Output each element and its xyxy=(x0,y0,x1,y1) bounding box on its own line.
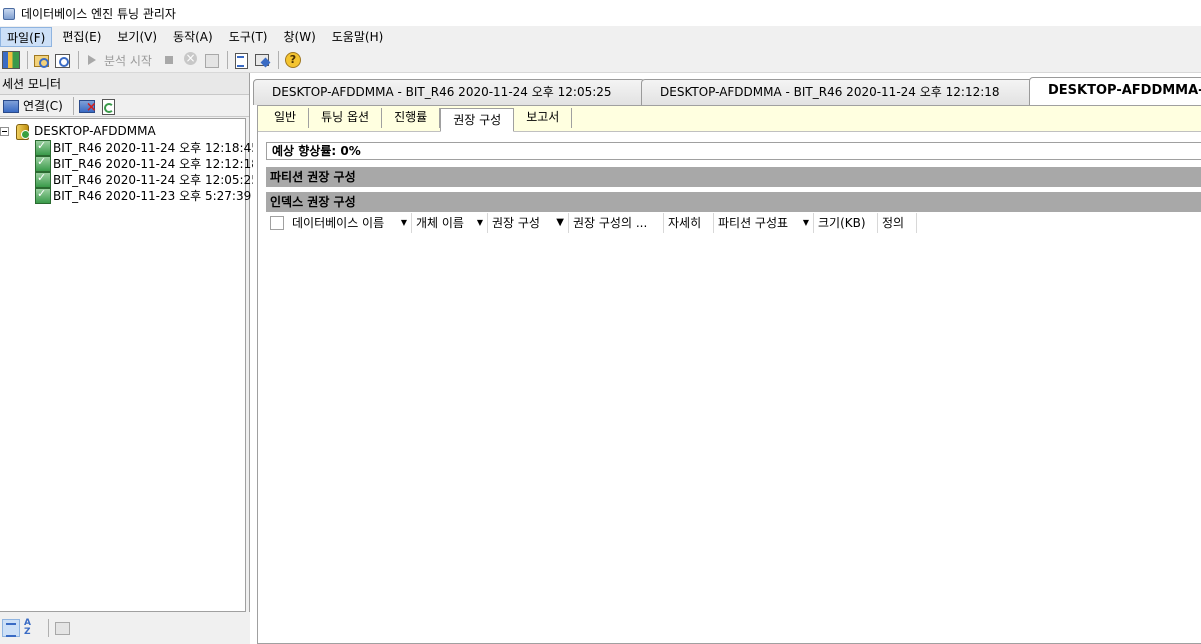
column-partition-scheme[interactable]: 파티션 구성표 ▼ xyxy=(714,213,814,233)
session-complete-icon xyxy=(34,187,51,204)
tab-general[interactable]: 일반 xyxy=(262,108,310,128)
column-label: 개체 이름 xyxy=(416,216,464,230)
toolbar-separator xyxy=(27,51,28,69)
disconnect-icon[interactable] xyxy=(78,97,97,115)
property-pages-icon[interactable] xyxy=(53,619,71,637)
server-icon xyxy=(14,123,30,140)
menu-edit[interactable]: 편집(E) xyxy=(56,27,107,47)
toolbar-separator xyxy=(226,51,228,69)
session-pane: 일반 튜닝 옵션 진행률 권장 구성 보고서 예상 향상률: 0% 파티션 권장… xyxy=(257,105,1201,644)
tab-progress[interactable]: 진행률 xyxy=(382,108,441,128)
column-details[interactable]: 자세히 xyxy=(664,213,714,233)
session-label[interactable]: BIT_R46 2020-11-24 오후 12:12:18 xyxy=(53,155,259,172)
session-complete-icon xyxy=(34,171,51,188)
save-recommendations-icon[interactable] xyxy=(232,51,250,69)
recommendations-grid-header: 데이터베이스 이름 ▼ 개체 이름 ▼ 권장 구성 ▼ 권장 구성의 ... 자세히 … xyxy=(266,213,1201,233)
menu-view[interactable]: 보기(V) xyxy=(111,27,163,47)
column-definition[interactable]: 정의 xyxy=(878,213,917,233)
categorized-icon[interactable] xyxy=(2,619,20,637)
property-toolbar xyxy=(0,612,250,644)
session-monitor-toolbar: 연결(C) xyxy=(0,95,249,117)
session-monitor-title: 세션 모니터 xyxy=(0,73,249,95)
tree-session-item[interactable]: BIT_R46 2020-11-24 오후 12:12:18 xyxy=(34,155,259,172)
evaluate-recommendations-icon[interactable] xyxy=(253,51,271,69)
toolbar-separator xyxy=(277,51,279,69)
tab-reports[interactable]: 보고서 xyxy=(514,108,573,128)
open-session-icon[interactable] xyxy=(32,51,50,69)
session-label[interactable]: BIT_R46 2020-11-23 오후 5:27:39 xyxy=(53,187,251,204)
collapse-icon[interactable] xyxy=(0,126,9,136)
document-tabs: DESKTOP-AFDDMMA - BIT_R46 2020-11-24 오후 … xyxy=(253,77,1201,105)
tree-session-item[interactable]: BIT_R46 2020-11-24 오후 12:05:25 xyxy=(34,171,259,188)
column-recommendation[interactable]: 권장 구성 ▼ xyxy=(488,213,569,233)
filter-dropdown-icon[interactable]: ▼ xyxy=(401,213,407,233)
column-label: 정의 xyxy=(882,216,905,230)
column-object-name[interactable]: 개체 이름 ▼ xyxy=(412,213,488,233)
session-complete-icon xyxy=(34,139,51,156)
tree-session-item[interactable]: BIT_R46 2020-11-23 오후 5:27:39 xyxy=(34,187,251,204)
tree-session-item[interactable]: BIT_R46 2020-11-24 오후 12:18:45 xyxy=(34,139,259,156)
document-area: DESKTOP-AFDDMMA - BIT_R46 2020-11-24 오후 … xyxy=(253,73,1201,644)
column-database-name[interactable]: 데이터베이스 이름 ▼ xyxy=(288,213,412,233)
column-size-kb[interactable]: 크기(KB) xyxy=(814,213,878,233)
doc-tab-session-1[interactable]: DESKTOP-AFDDMMA - BIT_R46 2020-11-24 오후 … xyxy=(253,79,645,105)
cancel-icon[interactable] xyxy=(181,51,199,69)
tree-server-node[interactable]: DESKTOP-AFDDMMA xyxy=(0,123,156,140)
refresh-icon[interactable] xyxy=(99,97,117,115)
connect-icon[interactable] xyxy=(2,97,20,115)
partition-recommendations-header[interactable]: 파티션 권장 구성 xyxy=(266,167,1201,187)
index-recommendations-header[interactable]: 인덱스 권장 구성 xyxy=(266,192,1201,212)
estimated-improvement: 예상 향상률: 0% xyxy=(266,142,1201,160)
column-label: 크기(KB) xyxy=(818,216,866,230)
session-complete-icon xyxy=(34,155,51,172)
menu-window[interactable]: 창(W) xyxy=(277,27,321,47)
server-name[interactable]: DESKTOP-AFDDMMA xyxy=(34,124,156,138)
tab-tuning-options[interactable]: 튜닝 옵션 xyxy=(309,108,383,128)
session-tree: DESKTOP-AFDDMMA BIT_R46 2020-11-24 오후 12… xyxy=(0,118,259,612)
column-label: 권장 구성 xyxy=(492,216,540,230)
session-tabs: 일반 튜닝 옵션 진행률 권장 구성 보고서 xyxy=(258,106,1201,132)
window-title: 데이터베이스 엔진 튜닝 관리자 xyxy=(21,6,176,21)
title-bar: 데이터베이스 엔진 튜닝 관리자 xyxy=(0,0,1201,26)
view-session-icon[interactable] xyxy=(53,51,71,69)
main-toolbar: 분석 시작 xyxy=(0,48,1201,73)
column-label: 파티션 구성표 xyxy=(718,216,789,230)
app-icon xyxy=(2,6,16,20)
sort-dropdown-icon[interactable]: ▼ xyxy=(556,213,564,233)
doc-tab-session-3[interactable]: DESKTOP-AFDDMMA-B xyxy=(1029,77,1201,105)
connect-button[interactable]: 연결(C) xyxy=(23,97,63,114)
stop-analysis-icon[interactable] xyxy=(160,51,178,69)
column-label: 권장 구성의 ... xyxy=(573,216,648,230)
tab-recommendations[interactable]: 권장 구성 xyxy=(440,108,515,132)
session-label[interactable]: BIT_R46 2020-11-24 오후 12:05:25 xyxy=(53,171,259,188)
doc-tab-session-2[interactable]: DESKTOP-AFDDMMA - BIT_R46 2020-11-24 오후 … xyxy=(641,79,1033,105)
help-icon[interactable] xyxy=(283,51,301,69)
new-session-icon[interactable] xyxy=(2,51,20,69)
select-all-checkbox[interactable] xyxy=(270,216,284,230)
session-label[interactable]: BIT_R46 2020-11-24 오후 12:18:45 xyxy=(53,139,259,156)
filter-dropdown-icon[interactable]: ▼ xyxy=(803,213,809,233)
start-analysis-button[interactable]: 분석 시작 xyxy=(104,52,152,69)
toolbar-separator xyxy=(72,96,74,115)
filter-dropdown-icon[interactable]: ▼ xyxy=(477,213,483,233)
menu-action[interactable]: 동작(A) xyxy=(167,27,219,47)
menu-tools[interactable]: 도구(T) xyxy=(223,27,274,47)
column-recommendation-target[interactable]: 권장 구성의 ... xyxy=(569,213,664,233)
column-label: 자세히 xyxy=(668,216,702,230)
sort-alphabetical-icon[interactable] xyxy=(23,618,41,637)
export-icon[interactable] xyxy=(202,51,220,69)
toolbar-separator xyxy=(78,51,79,69)
column-label: 데이터베이스 이름 xyxy=(292,216,385,230)
session-monitor-panel: 세션 모니터 연결(C) DESKTOP-AFDDMMA BIT_R46 202… xyxy=(0,73,259,644)
toolbar-separator xyxy=(48,619,49,637)
menu-bar: 파일(F) 편집(E) 보기(V) 동작(A) 도구(T) 창(W) 도움말(H… xyxy=(0,26,1201,48)
menu-help[interactable]: 도움말(H) xyxy=(326,27,390,47)
start-analysis-icon[interactable] xyxy=(83,51,101,69)
menu-file[interactable]: 파일(F) xyxy=(0,27,53,47)
